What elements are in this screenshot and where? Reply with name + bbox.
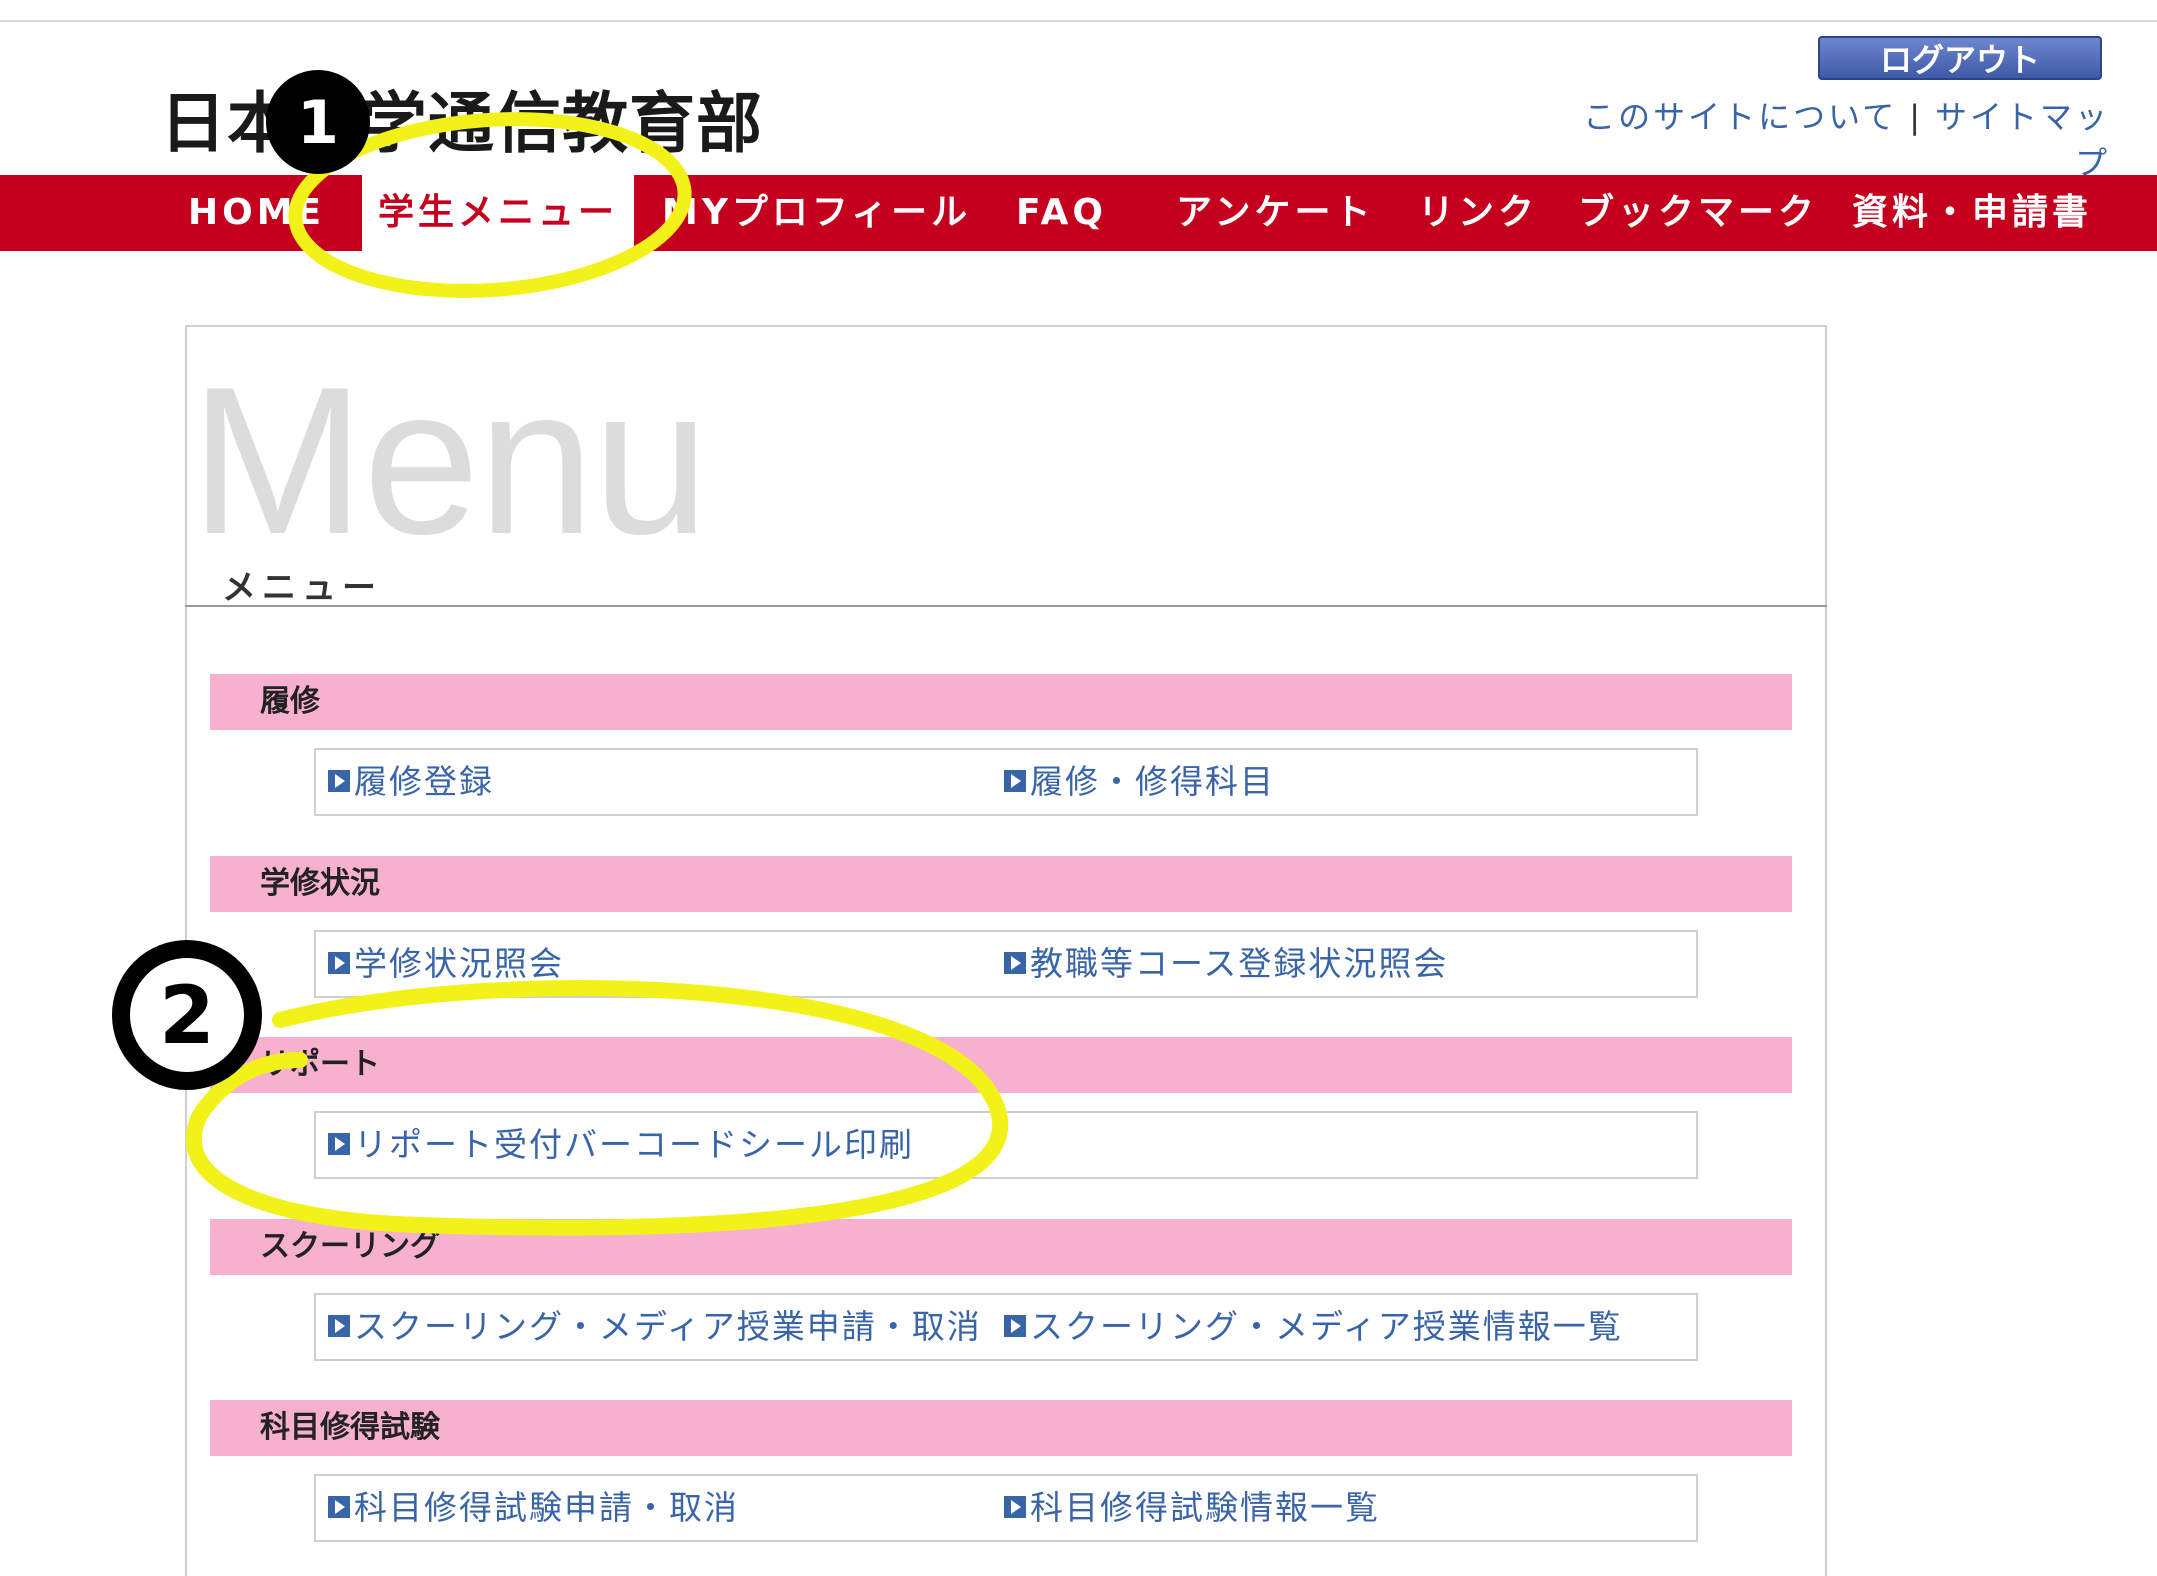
section-title: スクーリング <box>260 1229 440 1264</box>
link-schooling-apply-cancel[interactable]: スクーリング・メディア授業申請・取消 <box>328 1295 982 1359</box>
link-study-status-inquiry[interactable]: 学修状況照会 <box>328 932 564 996</box>
link-exam-info-list[interactable]: 科目修得試験情報一覧 <box>1004 1476 1380 1540</box>
nav-home[interactable]: HOME <box>188 175 325 251</box>
link-report-barcode-print[interactable]: リポート受付バーコードシール印刷 <box>328 1113 914 1177</box>
link-teaching-course-status[interactable]: 教職等コース登録状況照会 <box>1004 932 1448 996</box>
link-row: 学修状況照会 教職等コース登録状況照会 <box>314 930 1698 998</box>
link-row: リポート受付バーコードシール印刷 <box>314 1111 1698 1179</box>
top-rule <box>0 0 2157 22</box>
link-label: リポート受付バーコードシール印刷 <box>354 1125 914 1164</box>
utility-separator: | <box>1909 98 1923 136</box>
site-title[interactable]: 日本大学通信教育部 <box>160 70 763 166</box>
section-title: 学修状況 <box>260 866 380 901</box>
play-arrow-icon <box>328 1132 350 1155</box>
link-row: 履修登録 履修・修得科目 <box>314 748 1698 816</box>
link-exam-apply-cancel[interactable]: 科目修得試験申請・取消 <box>328 1476 739 1540</box>
nav-student-menu[interactable]: 学生メニュー <box>362 175 634 251</box>
menu-watermark: Menu <box>190 343 709 578</box>
nav-bookmarks[interactable]: ブックマーク <box>1578 175 1818 251</box>
section-header-registration: 履修 <box>210 674 1792 730</box>
play-arrow-icon <box>328 1314 350 1337</box>
link-label: 履修・修得科目 <box>1030 762 1275 801</box>
menu-divider <box>185 605 1827 607</box>
section-header-exam: 科目修得試験 <box>210 1400 1792 1456</box>
link-label: 教職等コース登録状況照会 <box>1030 944 1449 983</box>
section-header-schooling: スクーリング <box>210 1219 1792 1275</box>
sitemap-link[interactable]: サイトマップ <box>1935 98 2110 182</box>
nav-survey[interactable]: アンケート <box>1176 175 1375 251</box>
section-title: 科目修得試験 <box>260 1410 440 1445</box>
link-label: 科目修得試験情報一覧 <box>1030 1488 1380 1527</box>
play-arrow-icon <box>328 1495 350 1518</box>
section-header-report: リポート <box>210 1037 1792 1093</box>
section-title: 履修 <box>260 684 320 719</box>
menu-subtitle: メニュー <box>222 568 382 608</box>
nav-links[interactable]: リンク <box>1418 175 1538 251</box>
nav-faq[interactable]: FAQ <box>1016 175 1107 251</box>
utility-links: このサイトについて | サイトマップ <box>1550 92 2110 184</box>
link-label: スクーリング・メディア授業情報一覧 <box>1030 1307 1623 1346</box>
link-label: スクーリング・メディア授業申請・取消 <box>354 1307 982 1346</box>
page: 日本大学通信教育部 ログアウト このサイトについて | サイトマップ HOME 学生… <box>0 0 2157 1576</box>
nav-my-profile[interactable]: MYプロフィール <box>662 175 971 251</box>
section-title: リポート <box>260 1047 380 1082</box>
play-arrow-icon <box>328 769 350 792</box>
link-label: 履修登録 <box>354 762 494 801</box>
play-arrow-icon <box>1004 951 1026 974</box>
logout-button[interactable]: ログアウト <box>1818 36 2102 80</box>
play-arrow-icon <box>328 951 350 974</box>
main-nav: HOME 学生メニュー MYプロフィール FAQ アンケート リンク ブックマー… <box>0 175 2157 251</box>
link-label: 科目修得試験申請・取消 <box>354 1488 739 1527</box>
link-label: 学修状況照会 <box>354 944 564 983</box>
play-arrow-icon <box>1004 1314 1026 1337</box>
link-course-registration[interactable]: 履修登録 <box>328 750 494 814</box>
link-schooling-info-list[interactable]: スクーリング・メディア授業情報一覧 <box>1004 1295 1623 1359</box>
link-row: 科目修得試験申請・取消 科目修得試験情報一覧 <box>314 1474 1698 1542</box>
play-arrow-icon <box>1004 1495 1026 1518</box>
section-header-study-status: 学修状況 <box>210 856 1792 912</box>
about-site-link[interactable]: このサイトについて <box>1583 98 1897 136</box>
play-arrow-icon <box>1004 769 1026 792</box>
link-row: スクーリング・メディア授業申請・取消 スクーリング・メディア授業情報一覧 <box>314 1293 1698 1361</box>
nav-documents[interactable]: 資料・申請書 <box>1852 175 2092 251</box>
link-courses-earned[interactable]: 履修・修得科目 <box>1004 750 1275 814</box>
